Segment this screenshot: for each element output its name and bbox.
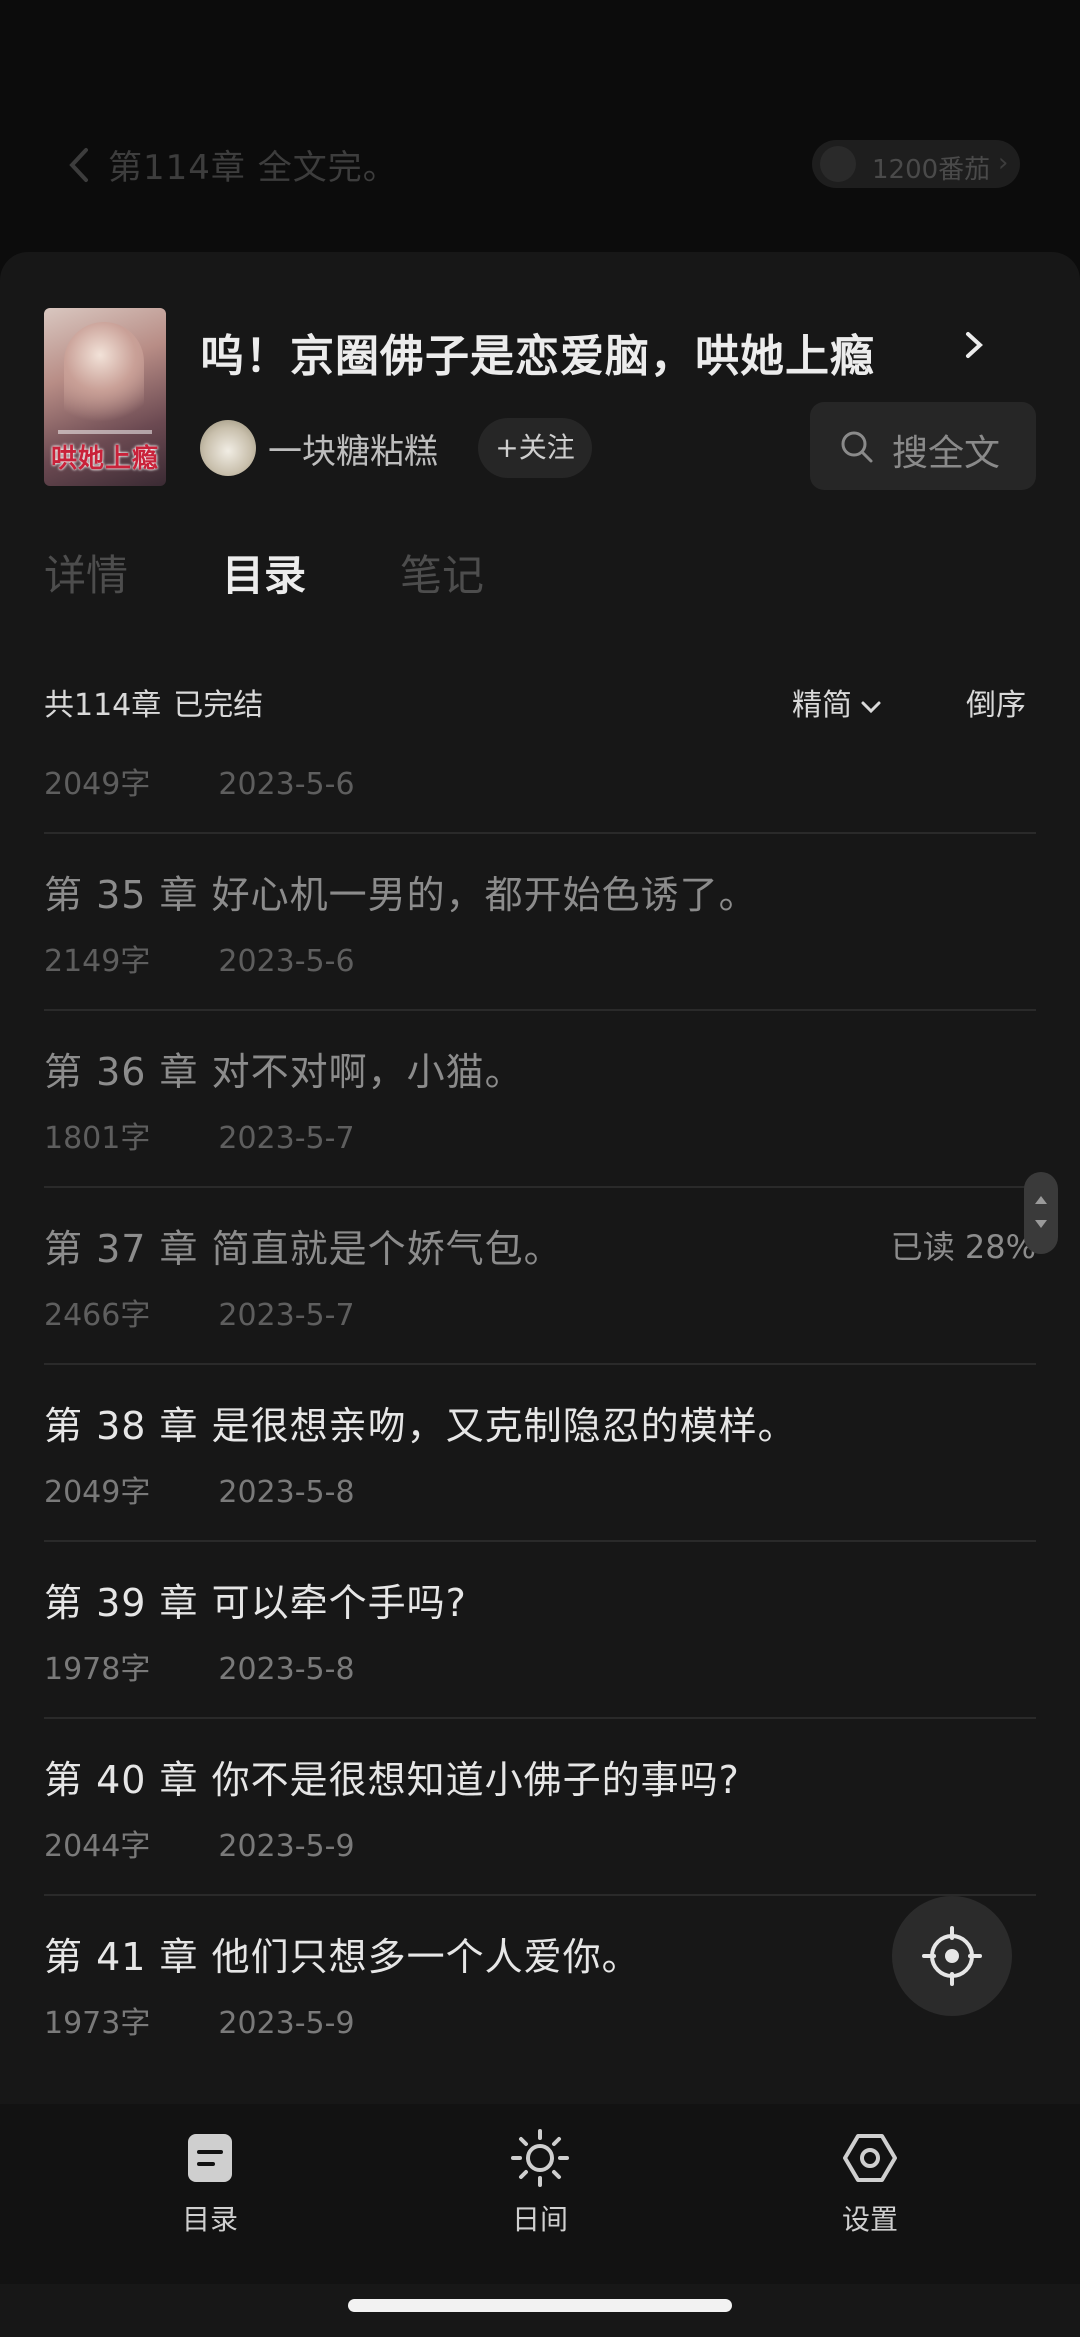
tab-details[interactable]: 详情 [44,542,128,603]
word-count: 1973字 [44,2006,151,2041]
word-count: 2149字 [44,944,151,979]
word-count: 1978字 [44,1652,151,1687]
nav-day-mode[interactable]: 日间 [440,2128,640,2238]
book-title[interactable]: 呜！京圈佛子是恋爱脑，哄她上瘾 [200,320,875,384]
chevron-down-icon [861,701,881,713]
search-icon [841,431,873,463]
read-progress: 已读 28% [890,1228,1036,1266]
chapter-row[interactable]: 2049字 2023-5-6 [44,752,1036,834]
catalog-icon [188,2134,232,2182]
search-full-text-button[interactable]: 搜全文 [810,402,1036,490]
chapter-title: 第 37 章 简直就是个娇气包。 [44,1227,563,1271]
bottom-nav: 目录 日间 设置 [0,2104,1080,2284]
chapter-date: 2023-5-9 [218,2006,355,2041]
coin-icon [820,146,856,182]
reader-header: 第114章 全文完。 1200番茄 › [0,120,1080,210]
scrollbar-handle[interactable] [1024,1172,1058,1254]
chevron-right-icon: › [998,148,1009,178]
chapter-row[interactable]: 第 41 章 他们只想多一个人爱你。 1973字 2023-5-9 [44,1894,1036,2042]
chapter-row[interactable]: 第 39 章 可以牵个手吗? 1978字 2023-5-8 [44,1540,1036,1719]
chapter-date: 2023-5-6 [218,944,355,979]
tab-notes[interactable]: 笔记 [400,542,484,603]
word-count: 2466字 [44,1298,151,1333]
catalog-sheet: 哄她上瘾 呜！京圈佛子是恋爱脑，哄她上瘾 一块糖粘糕 +关注 搜全文 详情 目录… [0,252,1080,2337]
coin-label: 1200番茄 [872,155,991,185]
chapter-row[interactable]: 第 35 章 好心机一男的，都开始色诱了。 2149字 2023-5-6 [44,832,1036,1011]
home-indicator[interactable] [348,2299,732,2312]
follow-button[interactable]: +关注 [478,418,592,478]
sort-order-toggle[interactable]: 倒序 [966,680,1026,724]
chapter-row[interactable]: 第 36 章 对不对啊，小猫。 1801字 2023-5-7 [44,1009,1036,1188]
current-chapter-title: 第114章 全文完。 [108,148,398,188]
chapter-title: 第 39 章 可以牵个手吗? [44,1581,467,1625]
settings-icon [843,2134,897,2182]
sheet-tabs: 详情 目录 笔记 [0,542,1080,612]
nav-label: 目录 [181,2203,238,2236]
nav-settings[interactable]: 设置 [770,2128,970,2238]
nav-label: 日间 [511,2203,568,2236]
chapter-row-current[interactable]: 第 37 章 简直就是个娇气包。 已读 28% 2466字 2023-5-7 [44,1186,1036,1365]
chapter-title: 第 35 章 好心机一男的，都开始色诱了。 [44,873,758,917]
chapter-title: 第 38 章 是很想亲吻，又克制隐忍的模样。 [44,1404,797,1448]
nav-label: 设置 [841,2203,898,2236]
word-count: 2049字 [44,767,151,802]
cover-title: 哄她上瘾 [50,444,159,474]
chapter-date: 2023-5-8 [218,1652,355,1687]
tab-catalog[interactable]: 目录 [222,542,306,603]
chapter-date: 2023-5-8 [218,1475,355,1510]
nav-catalog[interactable]: 目录 [110,2128,310,2238]
sun-icon [511,2129,569,2187]
word-count: 2044字 [44,1829,151,1864]
crosshair-icon [922,1926,982,1986]
chevron-right-icon[interactable] [960,320,990,370]
chapter-summary: 共114章 已完结 [44,680,275,724]
chapter-date: 2023-5-9 [218,1829,355,1864]
chapter-title: 第 36 章 对不对啊，小猫。 [44,1050,524,1094]
chapter-date: 2023-5-7 [218,1121,355,1156]
chapter-count: 共114章 [44,688,162,723]
word-count: 1801字 [44,1121,151,1156]
completion-status: 已完结 [173,688,264,723]
chapter-date: 2023-5-6 [218,767,355,802]
coin-badge[interactable]: 1200番茄 › [812,140,1020,188]
search-label: 搜全文 [892,433,1001,474]
chapter-row[interactable]: 第 40 章 你不是很想知道小佛子的事吗? 2044字 2023-5-9 [44,1717,1036,1896]
word-count: 2049字 [44,1475,151,1510]
chapter-title: 第 40 章 你不是很想知道小佛子的事吗? [44,1758,740,1802]
format-label: 精简 [792,688,852,723]
format-dropdown[interactable]: 精简 [792,680,882,724]
author-name[interactable]: 一块糖粘糕 [268,424,438,473]
chapter-title: 第 41 章 他们只想多一个人爱你。 [44,1935,641,1979]
chapter-date: 2023-5-7 [218,1298,355,1333]
back-arrow-icon[interactable] [60,142,100,188]
chapter-list: 2049字 2023-5-6 第 35 章 好心机一男的，都开始色诱了。 2149… [0,752,1080,2042]
locate-current-chapter-button[interactable] [892,1896,1012,2016]
author-avatar[interactable] [200,420,256,476]
book-cover[interactable]: 哄她上瘾 [44,308,166,486]
chapter-row[interactable]: 第 38 章 是很想亲吻，又克制隐忍的模样。 2049字 2023-5-8 [44,1363,1036,1542]
